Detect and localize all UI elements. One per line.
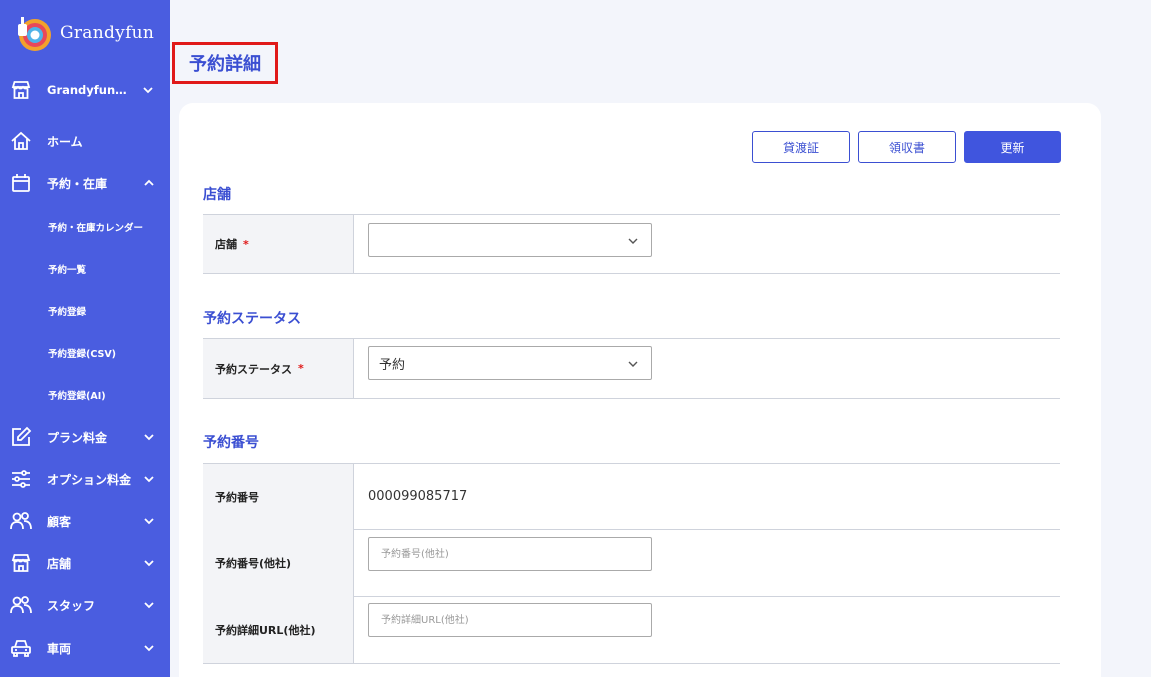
sidebar-item-plan[interactable]: プラン料金: [0, 422, 170, 452]
update-button[interactable]: 更新: [964, 131, 1061, 163]
field-label: 店舗 *: [203, 215, 354, 273]
sidebar-item-label: 店舗: [47, 556, 72, 571]
form-row-number-other: 予約番号(他社): [203, 529, 1060, 597]
sidebar-item-staff[interactable]: スタッフ: [0, 590, 170, 620]
field-label: 予約ステータス *: [203, 339, 354, 398]
sidebar-item-option[interactable]: オプション料金: [0, 464, 170, 494]
sidebar-subitem-register-ai[interactable]: 予約登録(AI): [48, 388, 106, 402]
status-select[interactable]: 予約: [368, 346, 652, 380]
chevron-down-icon: [142, 641, 156, 655]
sidebar: Grandyfun Grandyfun… ホーム 予約・在庫 予約・在庫カレンダ…: [0, 0, 170, 677]
chevron-down-icon: [142, 472, 156, 486]
sidebar-subitem-list[interactable]: 予約一覧: [48, 262, 86, 276]
sidebar-item-label: ホーム: [47, 134, 83, 149]
chevron-down-icon: [142, 598, 156, 612]
sidebar-item-home[interactable]: ホーム: [0, 126, 170, 156]
required-mark: *: [298, 362, 304, 375]
loan-certificate-button[interactable]: 貸渡証: [752, 131, 850, 163]
calendar-icon: [10, 172, 32, 194]
sidebar-item-label: スタッフ: [47, 598, 96, 613]
reservation-number-value: 000099085717: [368, 489, 468, 504]
form-row-store: 店舗 *: [203, 214, 1060, 274]
field-label-text: 予約番号(他社): [215, 556, 292, 570]
page-title-highlight: 予約詳細: [172, 42, 278, 84]
sidebar-item-reservation[interactable]: 予約・在庫: [0, 168, 170, 198]
users-icon: [10, 594, 32, 616]
other-detail-url-input[interactable]: [368, 603, 652, 637]
sidebar-subitem-register[interactable]: 予約登録: [48, 304, 86, 318]
edit-icon: [10, 426, 32, 448]
form-row-url-other: 予約詳細URL(他社): [203, 596, 1060, 664]
field-label-text: 予約ステータス: [215, 362, 292, 376]
required-mark: *: [243, 237, 249, 251]
chevron-up-icon: [142, 176, 156, 190]
brand-logo-mark: [14, 14, 52, 52]
field-label-text: 予約番号: [215, 490, 259, 504]
form-row-status: 予約ステータス * 予約: [203, 338, 1060, 399]
sidebar-item-label: 車両: [47, 641, 72, 656]
brand-logo[interactable]: Grandyfun: [14, 12, 164, 54]
chevron-down-icon: [141, 83, 155, 97]
field-label: 予約番号(他社): [203, 529, 354, 596]
store-select[interactable]: [368, 223, 652, 257]
sidebar-item-vehicle[interactable]: 車両: [0, 633, 170, 663]
status-select-value: 予約: [379, 357, 406, 373]
sliders-icon: [10, 468, 32, 490]
receipt-button[interactable]: 領収書: [858, 131, 956, 163]
chevron-down-icon: [142, 514, 156, 528]
sidebar-item-store[interactable]: 店舗: [0, 548, 170, 578]
car-icon: [10, 637, 32, 659]
chevron-down-icon: [142, 556, 156, 570]
brand-name: Grandyfun: [60, 23, 155, 43]
sidebar-item-label: 顧客: [47, 514, 72, 529]
sidebar-item-label: 予約・在庫: [47, 176, 108, 191]
sidebar-subitem-register-csv[interactable]: 予約登録(CSV): [48, 346, 116, 360]
field-label-text: 予約詳細URL(他社): [215, 623, 316, 637]
store-icon: [10, 79, 32, 101]
store-icon: [10, 552, 32, 574]
page-title: 予約詳細: [189, 54, 261, 75]
sidebar-item-label: オプション料金: [47, 472, 132, 487]
store-selector-label: Grandyfun…: [47, 83, 127, 97]
chevron-down-icon: [628, 238, 638, 244]
section-title-status: 予約ステータス: [203, 311, 301, 327]
chevron-down-icon: [628, 361, 638, 367]
home-icon: [10, 130, 32, 152]
field-label-text: 店舗: [215, 238, 237, 251]
form-row-number: 予約番号 000099085717: [203, 463, 1060, 530]
store-selector[interactable]: Grandyfun…: [0, 75, 170, 105]
chevron-down-icon: [142, 430, 156, 444]
section-title-store: 店舗: [203, 187, 231, 203]
other-reservation-number-input[interactable]: [368, 537, 652, 571]
sidebar-subitem-calendar[interactable]: 予約・在庫カレンダー: [48, 220, 143, 234]
sidebar-item-customer[interactable]: 顧客: [0, 506, 170, 536]
section-title-number: 予約番号: [203, 435, 259, 451]
sidebar-item-label: プラン料金: [47, 430, 108, 445]
field-label: 予約詳細URL(他社): [203, 596, 354, 663]
users-icon: [10, 510, 32, 532]
field-label: 予約番号: [203, 464, 354, 529]
